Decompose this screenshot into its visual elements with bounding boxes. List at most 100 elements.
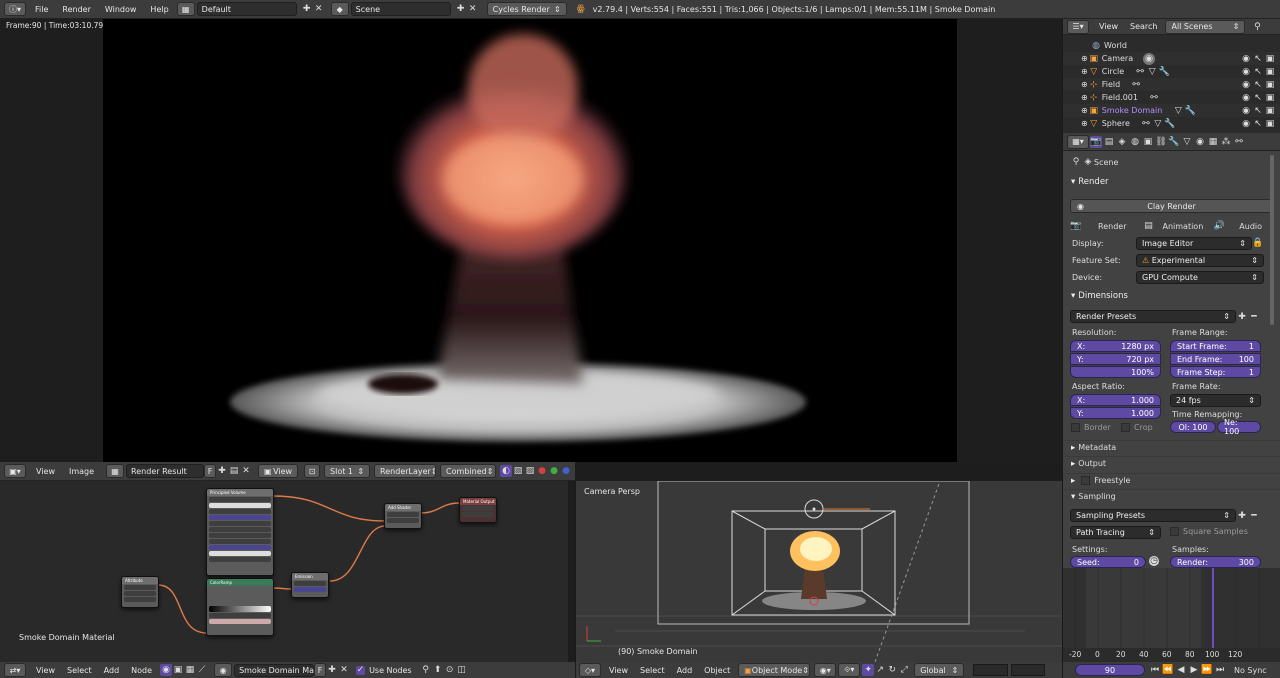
- material-browse-icon[interactable]: ◉: [214, 663, 233, 677]
- node-add-shader[interactable]: Add Shader: [384, 503, 422, 529]
- vp-menu-select[interactable]: Select: [640, 666, 665, 675]
- scene-tab-icon[interactable]: ◈: [1116, 136, 1128, 148]
- image-name-field[interactable]: Render Result: [126, 464, 205, 478]
- object-tab-icon[interactable]: ▣: [1142, 136, 1154, 148]
- node-menu-select[interactable]: Select: [67, 666, 92, 675]
- render-camera-icon[interactable]: ▣: [1264, 79, 1276, 91]
- image-browse-icon[interactable]: ▦: [106, 464, 125, 478]
- jump-start-icon[interactable]: ⏮: [1149, 664, 1161, 676]
- sampling-panel-header[interactable]: ▾ Sampling: [1063, 489, 1280, 503]
- properties-scrollbar[interactable]: [1270, 155, 1274, 325]
- screen-layout-icon[interactable]: ▦: [176, 2, 195, 16]
- add-preset-icon[interactable]: ✚: [1236, 311, 1248, 323]
- dimensions-panel-header[interactable]: ▾ Dimensions: [1063, 289, 1280, 303]
- physics-tab-icon[interactable]: ⚯: [1233, 136, 1245, 148]
- menu-file[interactable]: File: [35, 5, 48, 14]
- render-tab-icon[interactable]: 📷: [1090, 135, 1102, 148]
- mode-select[interactable]: ▣ Object Mode ⇕: [738, 663, 811, 677]
- node-editor-type-button[interactable]: ⇄▾: [4, 663, 26, 677]
- outliner-item-sphere[interactable]: ⊕ ▽ Sphere ⚯ ▽ 🔧 ◉ ↖ ▣: [1063, 117, 1280, 130]
- particles-tab-icon[interactable]: ⁂: [1220, 136, 1232, 148]
- menu-image[interactable]: Image: [69, 467, 94, 476]
- shader-nodes-icon[interactable]: ◉: [160, 664, 173, 676]
- menu-help[interactable]: Help: [150, 5, 168, 14]
- open-image-icon[interactable]: ▤: [228, 465, 240, 477]
- select-arrow-icon[interactable]: ↖: [1252, 66, 1264, 78]
- render-camera-icon[interactable]: ▣: [1264, 92, 1276, 104]
- unlink-material-icon[interactable]: ✕: [338, 664, 350, 676]
- z-buffer-icon[interactable]: ▨: [524, 465, 536, 477]
- visibility-eye-icon[interactable]: ◉: [1240, 66, 1252, 78]
- fake-user-button[interactable]: F: [204, 464, 217, 478]
- zoom-icon[interactable]: ⊡: [304, 464, 321, 478]
- visibility-eye-icon[interactable]: ◉: [1240, 53, 1252, 65]
- modifiers-tab-icon[interactable]: 🔧: [1168, 136, 1180, 148]
- pin-icon[interactable]: ⚲: [1070, 156, 1082, 168]
- material-fake-user-button[interactable]: F: [314, 663, 327, 677]
- manipulator-icon[interactable]: ✦: [862, 664, 875, 676]
- node-menu-add[interactable]: Add: [104, 666, 120, 675]
- select-arrow-icon[interactable]: ↖: [1252, 92, 1264, 104]
- metadata-panel-header[interactable]: ▸ Metadata: [1063, 440, 1280, 454]
- unlink-image-icon[interactable]: ✕: [240, 465, 252, 477]
- remove-preset-icon[interactable]: ━: [1248, 311, 1260, 323]
- add-scene-icon[interactable]: ✚: [455, 3, 467, 15]
- visibility-eye-icon[interactable]: ◉: [1240, 79, 1252, 91]
- outliner-filter-select[interactable]: All Scenes ⇕: [1165, 19, 1246, 34]
- scene-field[interactable]: Scene: [350, 2, 451, 16]
- render-layers-tab-icon[interactable]: ▤: [1103, 136, 1115, 148]
- node-material-output[interactable]: Material Output: [459, 497, 497, 523]
- add-layout-icon[interactable]: ✚: [301, 3, 313, 15]
- color-alpha-icon[interactable]: ◐: [500, 465, 513, 477]
- visibility-eye-icon[interactable]: ◉: [1240, 118, 1252, 130]
- new-material-icon[interactable]: ✚: [326, 664, 338, 676]
- outliner-editor-type-button[interactable]: ☰▾: [1067, 19, 1089, 34]
- material-tab-icon[interactable]: ◉: [1194, 136, 1206, 148]
- aspect-x-field[interactable]: X: 1.000: [1070, 394, 1161, 406]
- render-camera-icon[interactable]: ▣: [1264, 53, 1276, 65]
- feature-set-select[interactable]: ⚠ Experimental ⇕: [1136, 253, 1264, 267]
- menu-render[interactable]: Render: [62, 5, 90, 14]
- render-camera-icon[interactable]: ▣: [1264, 66, 1276, 78]
- audio-button[interactable]: Audio: [1239, 222, 1262, 231]
- render-samples-field[interactable]: Render: 300: [1170, 556, 1261, 568]
- translate-icon[interactable]: ↗: [874, 664, 886, 676]
- select-arrow-icon[interactable]: ↖: [1252, 118, 1264, 130]
- render-camera-icon[interactable]: ▣: [1264, 118, 1276, 130]
- outliner-item-world[interactable]: ◍ World: [1063, 39, 1280, 52]
- shading-select[interactable]: ◉▾: [814, 663, 837, 677]
- resolution-x-field[interactable]: X: 1280 px: [1070, 340, 1161, 352]
- outliner-item-field-001[interactable]: ⊕ ⊹ Field.001 ⚯ ◉ ↖ ▣: [1063, 91, 1280, 104]
- display-select[interactable]: Image Editor ⇕: [1136, 236, 1252, 250]
- use-nodes-checkbox-icon[interactable]: ✓: [356, 665, 366, 675]
- scene-icon[interactable]: ◆: [330, 2, 349, 16]
- green-channel-icon[interactable]: ●: [548, 465, 560, 477]
- vp-menu-add[interactable]: Add: [677, 666, 693, 675]
- outliner-item-smoke-domain[interactable]: ⊕ ▣ Smoke Domain ▽ 🔧 ◉ ↖ ▣: [1063, 104, 1280, 117]
- separator[interactable]: [1062, 19, 1063, 678]
- lock-icon[interactable]: 🔒: [1252, 237, 1264, 249]
- pass-select[interactable]: Combined ⇕: [440, 464, 497, 478]
- select-arrow-icon[interactable]: ↖: [1252, 105, 1264, 117]
- select-arrow-icon[interactable]: ↖: [1252, 79, 1264, 91]
- layers-widget[interactable]: [973, 664, 1008, 676]
- menu-view[interactable]: View: [36, 467, 55, 476]
- render-button[interactable]: Render: [1098, 222, 1126, 231]
- properties-editor-type-button[interactable]: ▦▾: [1067, 134, 1089, 149]
- add-sampling-preset-icon[interactable]: ✚: [1236, 510, 1248, 522]
- time-remap-old-field[interactable]: Ol: 100: [1170, 421, 1216, 433]
- output-panel-header[interactable]: ▸ Output: [1063, 456, 1280, 470]
- jump-end-icon[interactable]: ⏭: [1214, 664, 1226, 676]
- prev-keyframe-icon[interactable]: ⏪: [1162, 664, 1174, 676]
- rotate-icon[interactable]: ↻: [886, 664, 898, 676]
- remove-scene-icon[interactable]: ✕: [467, 3, 479, 15]
- play-icon[interactable]: ▶: [1188, 664, 1200, 676]
- frame-rate-select[interactable]: 24 fps ⇕: [1170, 394, 1261, 407]
- world-tab-icon[interactable]: ◍: [1129, 136, 1141, 148]
- render-panel-header[interactable]: ▾ Render: [1063, 175, 1280, 189]
- layer-select[interactable]: RenderLayer⇕: [374, 464, 437, 478]
- texture-tab-icon[interactable]: ▦: [1207, 136, 1219, 148]
- outliner-menu-view[interactable]: View: [1099, 22, 1118, 31]
- vp-menu-object[interactable]: Object: [704, 666, 730, 675]
- use-nodes-label[interactable]: Use Nodes: [369, 666, 412, 675]
